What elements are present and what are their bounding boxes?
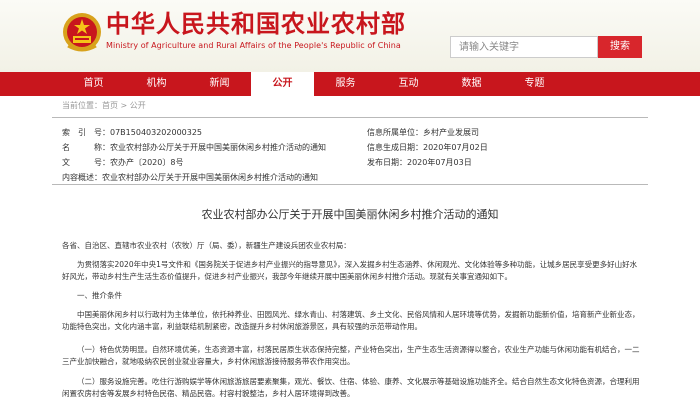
site-header: 中华人民共和国农业农村部 Ministry of Agriculture and… (0, 0, 700, 72)
meta-index-value: 07B150403202000325 (110, 128, 203, 137)
meta-published-label: 发布日期： (367, 158, 407, 167)
meta-name: 名 称：农业农村部办公厅关于开展中国美丽休闲乡村推介活动的通知 (62, 142, 326, 153)
meta-org-label: 信息所属单位： (367, 128, 423, 137)
meta-published: 发布日期：2020年07月03日 (367, 157, 472, 168)
document-meta-box: 索 引 号：07B150403202000325 名 称：农业农村部办公厅关于开… (52, 117, 648, 185)
national-emblem-icon (63, 13, 101, 52)
meta-index: 索 引 号：07B150403202000325 (62, 127, 202, 138)
meta-index-label: 索 引 号： (62, 128, 110, 137)
article-title: 农业农村部办公厅关于开展中国美丽休闲乡村推介活动的通知 (201, 208, 499, 221)
article-paragraph-3: （一）特色优势明显。自然环境优美，生态资源丰富，村落民居原生状态保持完整，产业特… (62, 345, 640, 366)
meta-created-label: 信息生成日期： (367, 143, 423, 152)
main-nav: 首页 机构 新闻 公开 服务 互动 数据 专题 (0, 72, 700, 96)
meta-name-label: 名 称： (62, 143, 110, 152)
search-input[interactable] (450, 36, 598, 58)
nav-item-data[interactable]: 数据 (440, 72, 503, 96)
meta-docno-value: 农办产〔2020〕8号 (110, 158, 184, 167)
breadcrumb-prefix: 当前位置： (62, 101, 102, 110)
meta-name-value: 农业农村部办公厅关于开展中国美丽休闲乡村推介活动的通知 (110, 143, 326, 152)
nav-item-interaction[interactable]: 互动 (377, 72, 440, 96)
nav-item-home[interactable]: 首页 (62, 72, 125, 96)
nav-item-public[interactable]: 公开 (251, 72, 314, 96)
nav-item-topics[interactable]: 专题 (503, 72, 566, 96)
meta-org-value: 乡村产业发展司 (423, 128, 479, 137)
breadcrumb: 当前位置：首页 > 公开 (62, 100, 146, 111)
search-button[interactable]: 搜索 (598, 36, 642, 58)
meta-summary: 内容概述：农业农村部办公厅关于开展中国美丽休闲乡村推介活动的通知 (62, 172, 318, 183)
site-title: 中华人民共和国农业农村部 (106, 10, 406, 38)
article-paragraph-2: 中国美丽休闲乡村以行政村为主体单位，依托种养业、田园风光、绿水青山、村落建筑、乡… (62, 310, 640, 331)
meta-docno: 文 号：农办产〔2020〕8号 (62, 157, 183, 168)
nav-item-news[interactable]: 新闻 (188, 72, 251, 96)
meta-docno-label: 文 号： (62, 158, 110, 167)
article-paragraph-1: 为贯彻落实2020年中央1号文件和《国务院关于促进乡村产业振兴的指导意见》，深入… (62, 260, 638, 281)
meta-published-value: 2020年07月03日 (407, 158, 472, 167)
article-section-heading: 一、推介条件 (77, 291, 122, 300)
breadcrumb-current[interactable]: 公开 (130, 101, 146, 110)
nav-item-service[interactable]: 服务 (314, 72, 377, 96)
nav-item-organization[interactable]: 机构 (125, 72, 188, 96)
breadcrumb-separator: > (118, 101, 130, 110)
breadcrumb-home-link[interactable]: 首页 (102, 101, 118, 110)
meta-summary-label: 内容概述： (62, 173, 102, 182)
article-paragraph-4: （二）服务设施完善。吃住行游购娱学等休闲旅游旅居要素聚集，观光、餐饮、住宿、体验… (62, 377, 640, 398)
meta-org: 信息所属单位：乡村产业发展司 (367, 127, 479, 138)
meta-created-value: 2020年07月02日 (423, 143, 488, 152)
article-salutation: 各省、自治区、直辖市农业农村（农牧）厅（局、委），新疆生产建设兵团农业农村局： (62, 241, 351, 250)
site-subtitle: Ministry of Agriculture and Rural Affair… (106, 41, 401, 50)
meta-summary-value: 农业农村部办公厅关于开展中国美丽休闲乡村推介活动的通知 (102, 173, 318, 182)
meta-created: 信息生成日期：2020年07月02日 (367, 142, 488, 153)
